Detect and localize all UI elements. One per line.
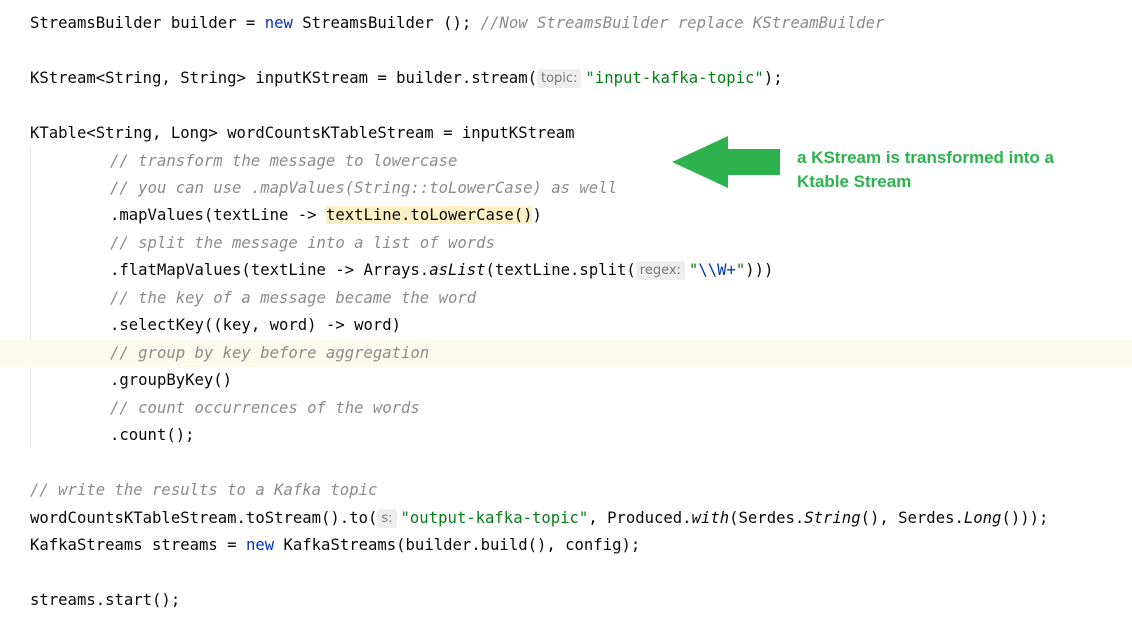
static-method: asList [429, 261, 486, 279]
code-line[interactable]: // count occurrences of the words [0, 395, 1132, 422]
code-text: .groupByKey() [110, 371, 233, 389]
code-line[interactable]: // the key of a message became the word [0, 285, 1132, 312]
code-text: .mapValues(textLine -> [110, 206, 326, 224]
code-text: KStream<String, String> inputKStream = b… [30, 69, 537, 87]
code-line[interactable]: KStream<String, String> inputKStream = b… [0, 65, 1132, 92]
code-text: .flatMapValues(textLine -> Arrays. [110, 261, 430, 279]
code-line[interactable]: .flatMapValues(textLine -> Arrays.asList… [0, 257, 1132, 284]
static-method: String [804, 509, 861, 527]
comment: // write the results to a Kafka topic [30, 481, 378, 499]
left-arrow-icon [672, 136, 780, 188]
keyword: new [245, 536, 275, 554]
code-line[interactable]: streams.start(); [0, 587, 1132, 614]
comment: // group by key before aggregation [110, 344, 430, 362]
code-line[interactable]: // write the results to a Kafka topic [0, 477, 1132, 504]
code-text: ())); [1001, 509, 1049, 527]
code-line[interactable]: // split the message into a list of word… [0, 230, 1132, 257]
static-method: Long [963, 509, 1002, 527]
code-text: ); [763, 69, 783, 87]
string-literal: " [688, 261, 699, 279]
code-text: KafkaStreams(builder.build(), config); [274, 536, 641, 554]
code-line[interactable]: .groupByKey() [0, 367, 1132, 394]
code-line[interactable]: KTable<String, Long> wordCountsKTableStr… [0, 120, 1132, 147]
comment: // split the message into a list of word… [110, 234, 495, 252]
code-line[interactable]: .mapValues(textLine -> textLine.toLowerC… [0, 202, 1132, 229]
code-text: .count(); [110, 426, 195, 444]
comment: // count occurrences of the words [110, 399, 420, 417]
code-text: , Produced. [588, 509, 692, 527]
code-text: ) [532, 206, 542, 224]
code-line[interactable]: .selectKey((key, word) -> word) [0, 312, 1132, 339]
string-literal: "input-kafka-topic" [585, 69, 764, 87]
regex-escape: \\W+ [698, 261, 736, 279]
annotation-text: a KStream is transformed into a Ktable S… [797, 148, 1054, 191]
parameter-hint: regex: [635, 261, 685, 280]
highlighted-usage: textLine.toLowerCase() [325, 206, 533, 224]
parameter-hint: s: [377, 509, 397, 528]
code-text: KafkaStreams streams = [30, 536, 246, 554]
static-method: with [691, 509, 730, 527]
code-text: StreamsBuilder (); [292, 14, 481, 32]
parameter-hint: topic: [536, 69, 582, 88]
code-line[interactable]: .count(); [0, 422, 1132, 449]
code-text: KTable<String, Long> wordCountsKTableStr… [30, 124, 575, 142]
code-text: (Serdes. [729, 509, 805, 527]
code-line[interactable]: StreamsBuilder builder = new StreamsBuil… [0, 10, 1132, 37]
code-text: StreamsBuilder builder = [30, 14, 265, 32]
code-text: wordCountsKTableStream.toStream().to( [30, 509, 378, 527]
comment: // transform the message to lowercase [110, 152, 458, 170]
code-text: (), Serdes. [860, 509, 964, 527]
comment: // the key of a message became the word [110, 289, 477, 307]
keyword: new [264, 14, 293, 32]
comment: //Now StreamsBuilder replace KStreamBuil… [480, 14, 885, 32]
code-editor[interactable]: StreamsBuilder builder = new StreamsBuil… [0, 0, 1132, 626]
string-literal: " [735, 261, 746, 279]
comment: // you can use .mapValues(String::toLowe… [110, 179, 617, 197]
code-line[interactable]: wordCountsKTableStream.toStream().to(s: "… [0, 505, 1132, 532]
code-text: .selectKey((key, word) -> word) [110, 316, 402, 334]
code-line-current[interactable]: // group by key before aggregation [0, 340, 1132, 367]
string-literal: "output-kafka-topic" [400, 509, 589, 527]
code-text: streams.start(); [30, 591, 181, 609]
code-text: ))) [745, 261, 774, 279]
code-line[interactable]: KafkaStreams streams = new KafkaStreams(… [0, 532, 1132, 559]
code-text: (textLine.split( [485, 261, 636, 279]
